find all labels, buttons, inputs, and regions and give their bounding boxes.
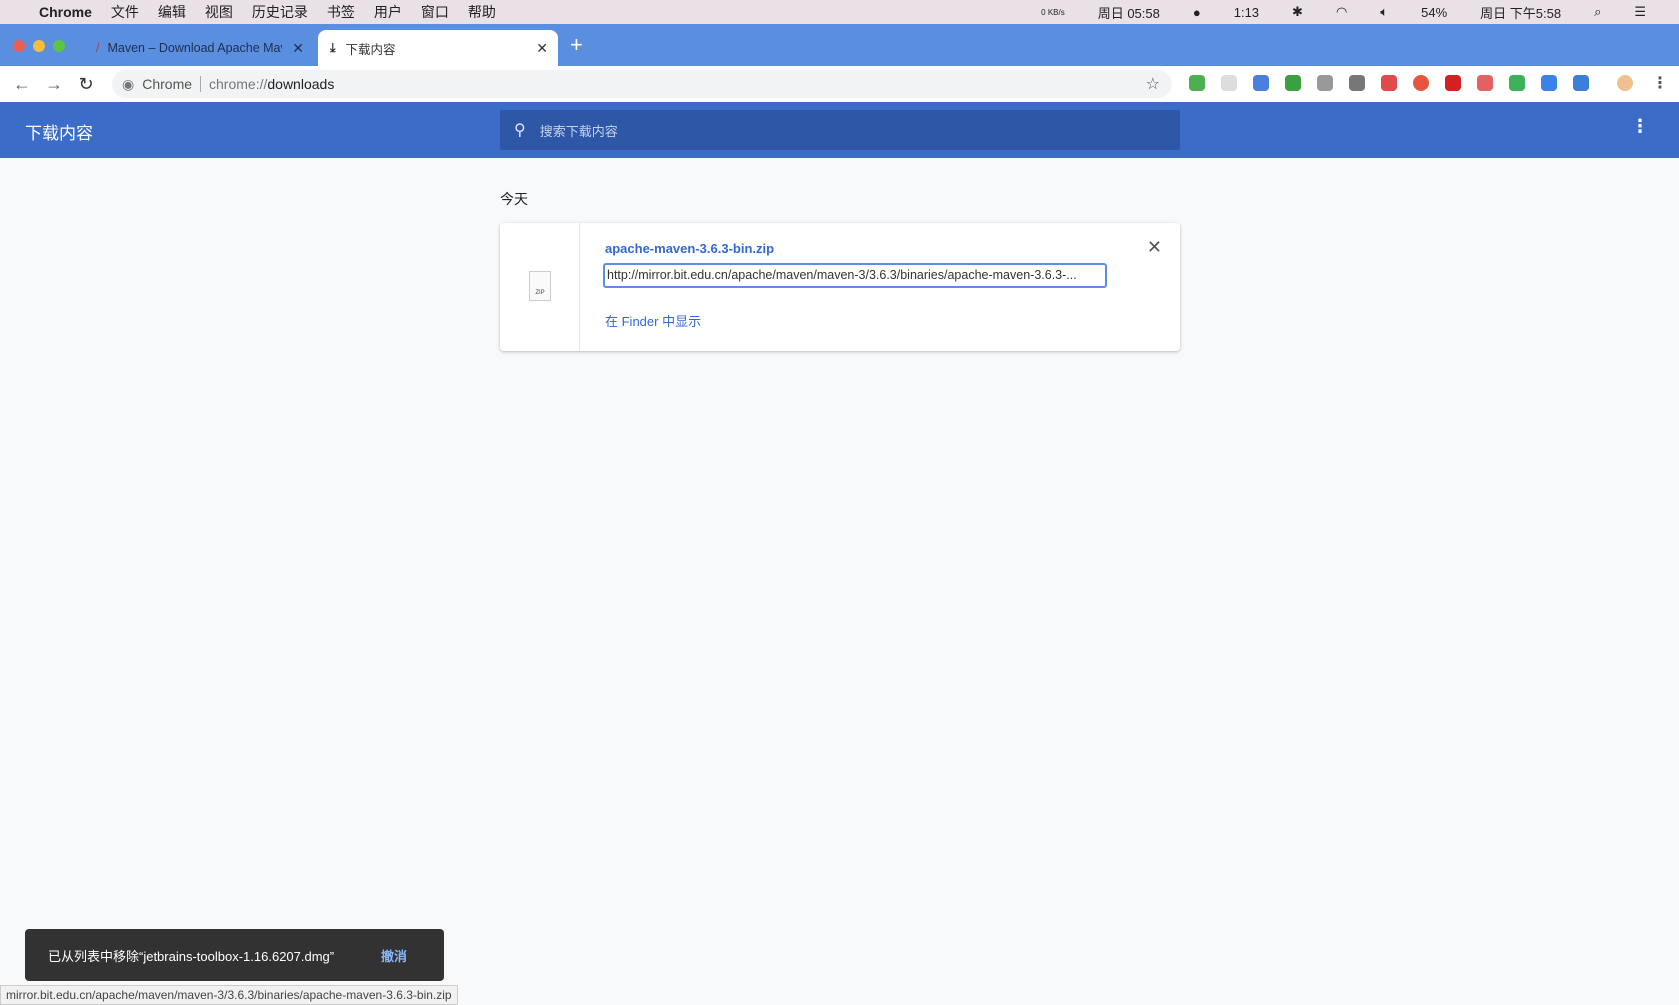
extension-adblock-icon[interactable] (1445, 75, 1461, 91)
downloads-header: 下载内容 ⚲ 搜索下载内容 ⋮ (0, 102, 1679, 158)
close-window-button[interactable] (13, 40, 25, 52)
battery-time[interactable]: 1:13 (1234, 5, 1259, 20)
bookmark-star-icon[interactable]: ☆ (1146, 74, 1160, 94)
undo-button[interactable]: 撤消 (381, 946, 407, 965)
forward-button[interactable]: → (38, 74, 70, 95)
extension-shield-red-icon[interactable] (1477, 75, 1493, 91)
bluetooth-icon[interactable]: ✱ (1292, 4, 1303, 20)
menu-window[interactable]: 窗口 (421, 2, 449, 22)
clock-secondary: 周日 05:58 (1097, 5, 1160, 21)
extension-shield-gray-icon[interactable] (1317, 75, 1333, 91)
zip-file-icon: ZIP (529, 271, 551, 301)
extension-box-icon[interactable] (1573, 75, 1589, 91)
toast-message: 已从列表中移除“jetbrains-toolbox-1.16.6207.dmg” (48, 948, 335, 964)
download-item: ZIP apache-maven-3.6.3-bin.zip http://mi… (500, 223, 1180, 351)
browser-toolbar: ← → ↻ ◉ Chrome chrome://downloads ☆ ⋮ (0, 66, 1679, 102)
chrome-icon: ◉ (122, 75, 135, 92)
remove-download-button[interactable]: ✕ (1147, 237, 1162, 258)
notification-center-icon[interactable]: ☰ (1634, 4, 1646, 20)
download-icon: ⤓ (330, 40, 336, 55)
zoom-window-button[interactable] (53, 40, 65, 52)
extension-icon[interactable] (1221, 75, 1237, 91)
menu-bookmarks[interactable]: 书签 (327, 2, 355, 22)
menu-people[interactable]: 用户 (374, 2, 402, 22)
evernote-icon[interactable] (1509, 75, 1525, 91)
extension-blue-icon[interactable] (1541, 75, 1557, 91)
close-tab-icon[interactable]: ✕ (292, 40, 304, 57)
wechat-icon[interactable]: ● (1193, 5, 1201, 20)
menu-app[interactable]: Chrome (39, 4, 92, 20)
status-bubble: mirror.bit.edu.cn/apache/maven/maven-3/3… (0, 985, 458, 1005)
minimize-window-button[interactable] (33, 40, 45, 52)
extension-t-icon[interactable] (1285, 75, 1301, 91)
extension-rp-icon[interactable] (1349, 75, 1365, 91)
reload-button[interactable]: ↻ (70, 74, 102, 95)
extension-star-icon[interactable] (1381, 75, 1397, 91)
net-speed: 0 KB/s (1041, 7, 1065, 17)
back-button[interactable]: ← (6, 74, 38, 95)
chrome-menu-icon[interactable]: ⋮ (1652, 73, 1668, 93)
clock[interactable]: 周日 下午5:58 (1480, 3, 1561, 22)
tab-maven[interactable]: / Maven – Download Apache Maven ✕ (84, 30, 314, 66)
more-actions-icon[interactable]: ⋮ (1631, 116, 1649, 137)
volume-icon[interactable]: 🔈︎ (1380, 4, 1388, 20)
extension-red-icon[interactable] (1413, 75, 1429, 91)
menu-view[interactable]: 视图 (205, 2, 233, 22)
maven-feather-icon: / (96, 41, 100, 55)
page-title: 下载内容 (25, 124, 93, 143)
profile-avatar[interactable] (1617, 75, 1633, 91)
tab-downloads[interactable]: ⤓ 下载内容 ✕ (318, 30, 558, 66)
new-tab-button[interactable]: + (570, 32, 583, 58)
menu-file[interactable]: 文件 (111, 2, 139, 22)
removed-toast: 已从列表中移除“jetbrains-toolbox-1.16.6207.dmg”… (25, 929, 444, 981)
mac-menubar: Chrome 文件 编辑 视图 历史记录 书签 用户 窗口 帮助 0 KB/s … (0, 0, 1679, 24)
wifi-icon[interactable]: ◠ (1336, 4, 1347, 20)
search-downloads-input[interactable]: ⚲ 搜索下载内容 (500, 110, 1180, 150)
download-url[interactable]: http://mirror.bit.edu.cn/apache/maven/ma… (603, 263, 1107, 288)
show-in-finder-link[interactable]: 在 Finder 中显示 (605, 311, 701, 330)
address-bar[interactable]: ◉ Chrome chrome://downloads ☆ (112, 70, 1172, 98)
spotlight-icon[interactable]: ⌕ (1594, 4, 1601, 20)
battery-percent[interactable]: 54% (1421, 5, 1447, 20)
close-tab-icon[interactable]: ✕ (536, 40, 548, 57)
tab-strip: / Maven – Download Apache Maven ✕ ⤓ 下载内容… (0, 24, 1679, 66)
menu-help[interactable]: 帮助 (468, 2, 496, 22)
menu-history[interactable]: 历史记录 (252, 2, 308, 22)
download-filename-link[interactable]: apache-maven-3.6.3-bin.zip (605, 241, 774, 256)
extension-translate-icon[interactable] (1253, 75, 1269, 91)
menu-edit[interactable]: 编辑 (158, 2, 186, 22)
extension-shield-icon[interactable] (1189, 75, 1205, 91)
search-icon: ⚲ (514, 122, 526, 139)
date-heading: 今天 (500, 191, 528, 207)
